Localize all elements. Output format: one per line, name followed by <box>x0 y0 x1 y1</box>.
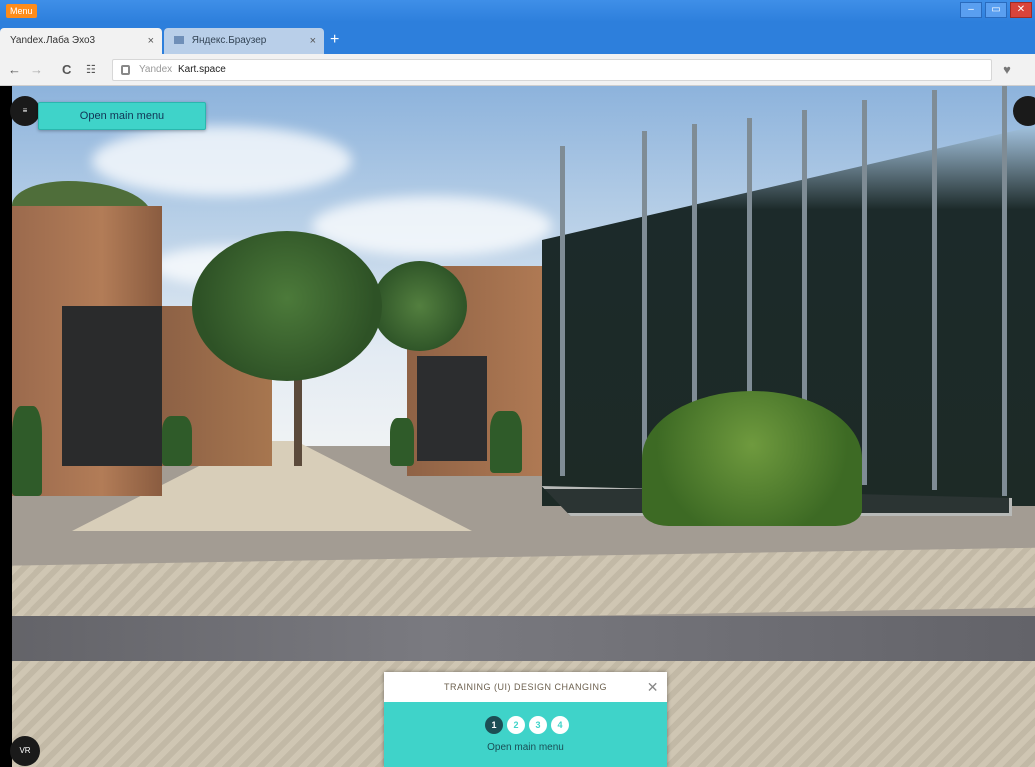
tab-close-icon[interactable]: × <box>310 28 316 54</box>
cloud <box>312 196 552 256</box>
vr-button[interactable]: VR <box>10 736 40 766</box>
hedge <box>162 416 192 466</box>
panorama-viewport[interactable] <box>12 86 1035 767</box>
url-text: Kart.space <box>177 64 226 75</box>
hedge <box>12 406 42 496</box>
close-window-button[interactable]: ✕ <box>1010 2 1032 18</box>
tree <box>192 231 382 381</box>
glass-post <box>642 131 647 481</box>
glass-post <box>1002 86 1007 496</box>
browser-menu-button[interactable]: Menu <box>6 4 37 18</box>
cloud <box>92 126 352 196</box>
glass-post <box>932 90 937 490</box>
lock-icon <box>121 65 130 75</box>
paving-stripe <box>12 544 1035 628</box>
paving-stripe-dark <box>12 616 1035 661</box>
round-bush <box>642 391 862 526</box>
tab-label: Яндекс.Браузер <box>191 35 267 46</box>
hedge <box>390 418 414 466</box>
training-header: TRAINING (UI) DESIGN CHANGING ✕ <box>384 672 667 702</box>
building-window <box>417 356 487 461</box>
navigation-bar: ← → C ☷ Yandex Kart.space ♥ <box>0 54 1035 86</box>
forward-icon[interactable]: → <box>30 61 43 79</box>
training-step[interactable]: 4 <box>551 716 569 734</box>
title-bar: Menu – ▭ ✕ <box>0 0 1035 22</box>
url-prefix: Yandex <box>139 64 173 75</box>
new-tab-button[interactable]: + <box>330 30 339 50</box>
tab-active[interactable]: Yandex.Лаба Эхо3 × <box>0 28 162 54</box>
glass-post <box>560 146 565 476</box>
favorite-heart-icon[interactable]: ♥ <box>998 61 1016 79</box>
tab-close-icon[interactable]: × <box>148 28 154 54</box>
training-step[interactable]: 3 <box>529 716 547 734</box>
tab-inactive[interactable]: Яндекс.Браузер × <box>164 28 324 54</box>
reload-icon[interactable]: C <box>62 61 71 79</box>
right-top-button[interactable] <box>1013 96 1035 126</box>
training-panel: TRAINING (UI) DESIGN CHANGING ✕ 1 2 3 4 … <box>384 672 667 767</box>
training-step[interactable]: 2 <box>507 716 525 734</box>
hedge <box>490 411 522 473</box>
favicon-icon <box>174 36 184 45</box>
training-step[interactable]: 1 <box>485 716 503 734</box>
training-title: TRAINING (UI) DESIGN CHANGING <box>443 682 607 692</box>
minimize-button[interactable]: – <box>960 2 982 18</box>
tabs-grid-icon[interactable]: ☷ <box>86 61 96 79</box>
back-icon[interactable]: ← <box>8 61 21 79</box>
building-window <box>62 306 162 466</box>
training-steps: 1 2 3 4 <box>477 716 577 734</box>
maximize-button[interactable]: ▭ <box>985 2 1007 18</box>
training-instruction: Open main menu <box>487 742 564 753</box>
tree <box>372 261 467 351</box>
open-main-menu-button[interactable]: Open main menu <box>38 102 206 130</box>
tab-label: Yandex.Лаба Эхо3 <box>10 35 96 46</box>
left-menu-button[interactable]: ≡ <box>10 96 40 126</box>
glass-post <box>862 100 867 485</box>
address-bar[interactable]: Yandex Kart.space <box>112 59 992 81</box>
tab-bar: Yandex.Лаба Эхо3 × Яндекс.Браузер × + <box>0 22 1035 54</box>
close-icon[interactable]: ✕ <box>647 672 659 702</box>
window-controls: – ▭ ✕ <box>960 0 1035 22</box>
